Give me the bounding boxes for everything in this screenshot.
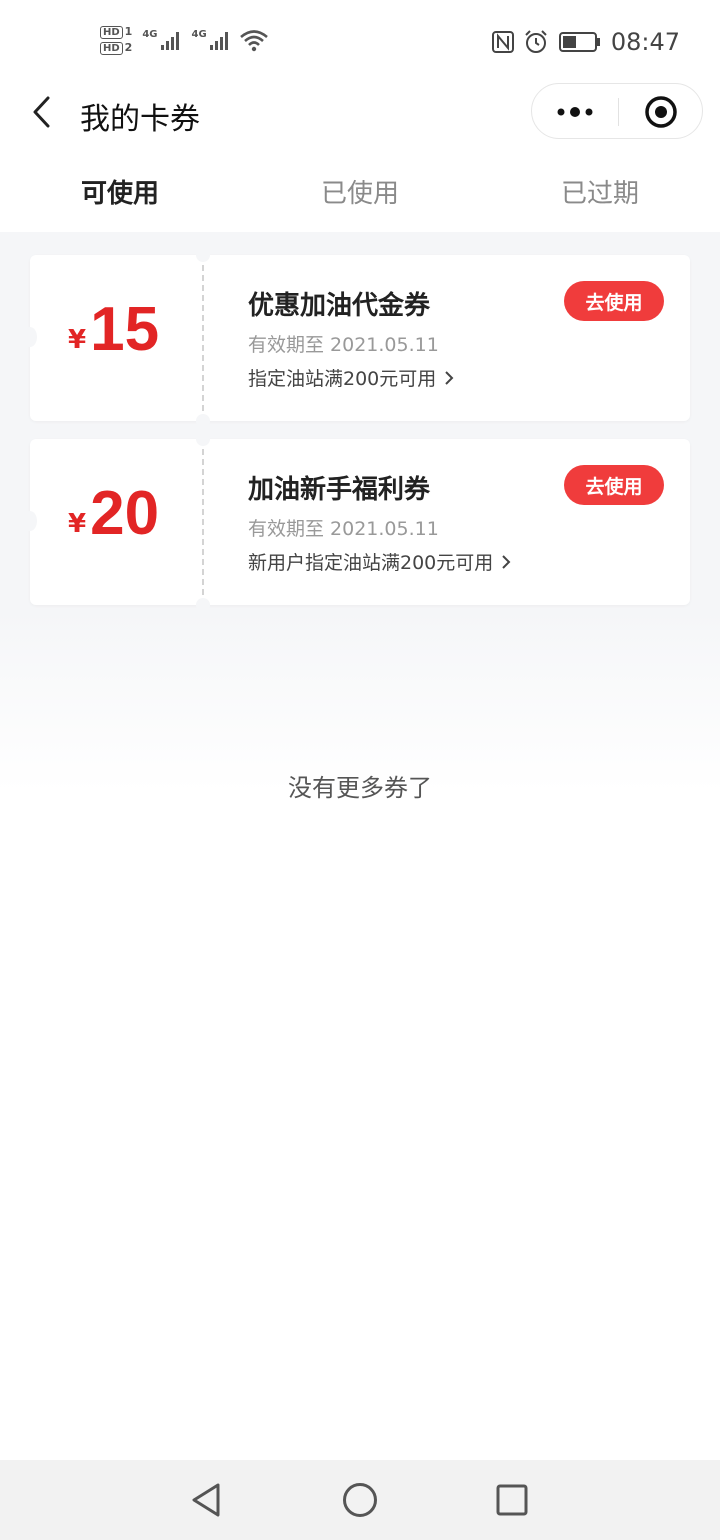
- ticket-notch: [196, 248, 210, 262]
- sim2-hd-label: HD: [100, 41, 123, 55]
- coupon-value: 20: [90, 479, 160, 548]
- status-left: HD 1 HD 2 4G 4G: [100, 20, 269, 60]
- status-bar: HD 1 HD 2 4G 4G 08:47: [0, 0, 720, 80]
- target-close-icon: [645, 96, 677, 128]
- coupon-amount: ¥ 20: [68, 479, 159, 549]
- perforation-line: [202, 265, 204, 411]
- chevron-left-icon: [33, 96, 50, 128]
- recents-square-icon: [496, 1484, 528, 1516]
- sim1-indicator: HD 1: [100, 25, 133, 39]
- ticket-notch: [23, 511, 37, 531]
- nav-recents-button[interactable]: [486, 1474, 538, 1526]
- nfc-icon: [491, 31, 514, 53]
- back-button[interactable]: [22, 92, 62, 132]
- sim-indicators: HD 1 HD 2: [100, 25, 133, 55]
- coupon-expiry: 有效期至 2021.05.11: [248, 334, 439, 356]
- tab-used[interactable]: 已使用: [240, 150, 480, 232]
- network2-label: 4G: [191, 29, 207, 40]
- coupon-stub: ¥ 15: [30, 255, 202, 421]
- coupon-condition: 新用户指定油站满200元可用: [248, 552, 494, 574]
- no-more-coupons-text: 没有更多券了: [288, 774, 432, 802]
- status-right: 08:47: [491, 22, 680, 62]
- home-circle-icon: [343, 1483, 377, 1517]
- ticket-notch: [196, 414, 210, 428]
- ticket-notch: [23, 327, 37, 347]
- coupon-tabs: 可使用 已使用 已过期: [0, 150, 720, 232]
- header: 我的卡券: [0, 80, 720, 150]
- signal-icon: [160, 32, 179, 50]
- chevron-right-icon: [501, 554, 511, 570]
- signal-2: 4G: [192, 29, 231, 51]
- coupon-name: 优惠加油代金券: [248, 291, 431, 321]
- coupon-card[interactable]: ¥ 15 优惠加油代金券 有效期至 2021.05.11 指定油站满200元可用…: [23, 248, 690, 428]
- page-title: 我的卡券: [80, 102, 200, 137]
- tab-available[interactable]: 可使用: [0, 150, 240, 232]
- nav-home-button[interactable]: [334, 1474, 386, 1526]
- alarm-icon: [525, 30, 547, 53]
- coupon-condition-link[interactable]: 指定油站满200元可用: [248, 364, 454, 391]
- tab-expired[interactable]: 已过期: [480, 150, 720, 232]
- coupon-amount: ¥ 15: [68, 295, 159, 365]
- sim1-hd-label: HD: [100, 25, 123, 39]
- currency-symbol: ¥: [68, 509, 87, 539]
- miniprogram-capsule: [531, 83, 703, 139]
- more-button[interactable]: [532, 84, 618, 140]
- sim1-index: 1: [124, 25, 133, 38]
- use-coupon-button[interactable]: 去使用: [564, 465, 664, 505]
- coupon-expiry: 有效期至 2021.05.11: [248, 518, 439, 540]
- more-dots-icon: [557, 107, 593, 117]
- network1-label: 4G: [142, 29, 158, 40]
- currency-symbol: ¥: [68, 325, 87, 355]
- battery-icon: [558, 32, 600, 52]
- system-navigation-bar: [0, 1460, 720, 1540]
- signal-icon: [209, 32, 228, 50]
- coupon-value: 15: [90, 295, 160, 364]
- wifi-icon: [239, 30, 268, 52]
- coupon-list: ¥ 15 优惠加油代金券 有效期至 2021.05.11 指定油站满200元可用…: [0, 232, 720, 1460]
- close-miniprogram-button[interactable]: [619, 84, 703, 140]
- use-coupon-button[interactable]: 去使用: [564, 281, 664, 321]
- coupon-condition-link[interactable]: 新用户指定油站满200元可用: [248, 548, 511, 575]
- back-triangle-icon: [192, 1483, 220, 1517]
- sim2-index: 2: [124, 41, 133, 54]
- clock: 08:47: [610, 28, 680, 56]
- coupon-name: 加油新手福利券: [248, 475, 431, 505]
- perforation-line: [202, 449, 204, 595]
- ticket-notch: [196, 432, 210, 446]
- ticket-notch: [196, 598, 210, 612]
- nav-back-button[interactable]: [180, 1474, 232, 1526]
- chevron-right-icon: [444, 370, 454, 386]
- coupon-card[interactable]: ¥ 20 加油新手福利券 有效期至 2021.05.11 新用户指定油站满200…: [23, 432, 690, 612]
- coupon-stub: ¥ 20: [30, 439, 202, 605]
- coupon-condition: 指定油站满200元可用: [248, 368, 437, 390]
- signal-1: 4G: [142, 29, 181, 51]
- sim2-indicator: HD 2: [100, 41, 133, 55]
